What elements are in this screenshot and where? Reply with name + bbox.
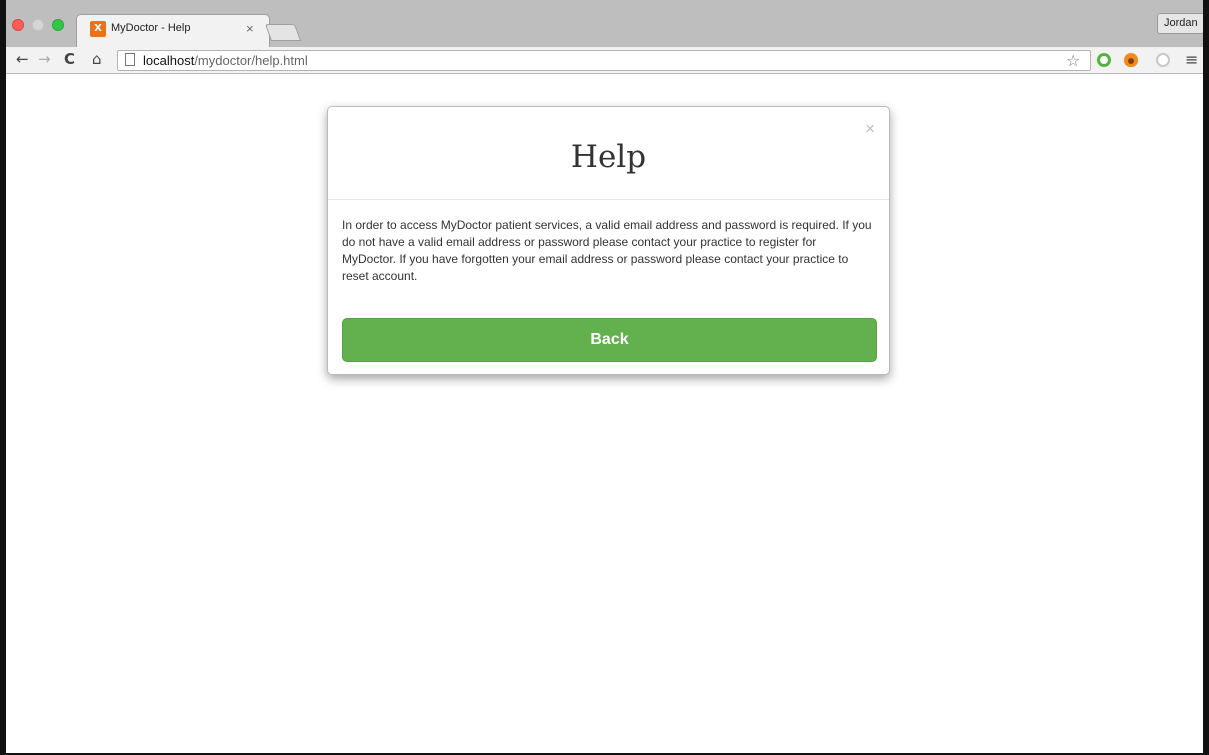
window-close-button[interactable] [12, 19, 24, 31]
modal-close-icon[interactable]: × [865, 119, 875, 139]
modal-header: Help × [328, 107, 889, 200]
modal-title: Help [570, 139, 647, 175]
page-icon [125, 53, 135, 66]
url-path: /mydoctor/help.html [194, 53, 308, 68]
modal-body-text: In order to access MyDoctor patient serv… [342, 218, 872, 283]
extension-green-icon[interactable] [1097, 53, 1111, 67]
reload-icon[interactable]: C [64, 50, 75, 68]
extension-fire-icon[interactable] [1124, 53, 1138, 67]
window-maximize-button[interactable] [52, 19, 64, 31]
profile-button[interactable]: Jordan [1157, 13, 1205, 34]
home-icon[interactable]: ⌂ [92, 50, 102, 68]
tab-favicon-icon: X [90, 21, 106, 37]
url-host: localhost [143, 53, 195, 68]
bookmark-star-icon[interactable]: ☆ [1066, 51, 1080, 70]
extension-gray-icon[interactable] [1156, 53, 1170, 67]
new-tab-button[interactable] [264, 24, 302, 41]
tab-title: MyDoctor - Help [111, 22, 191, 34]
back-button[interactable]: Back [342, 318, 877, 362]
forward-arrow-icon[interactable]: → [38, 50, 51, 68]
back-arrow-icon[interactable]: ← [16, 50, 29, 68]
help-modal: Help × In order to access MyDoctor patie… [327, 106, 890, 375]
window-minimize-button[interactable] [32, 19, 44, 31]
browser-menu-icon[interactable]: ≡ [1185, 50, 1198, 69]
address-url[interactable]: localhost/mydoctor/help.html [143, 53, 308, 68]
tab-close-icon[interactable]: × [246, 21, 254, 36]
